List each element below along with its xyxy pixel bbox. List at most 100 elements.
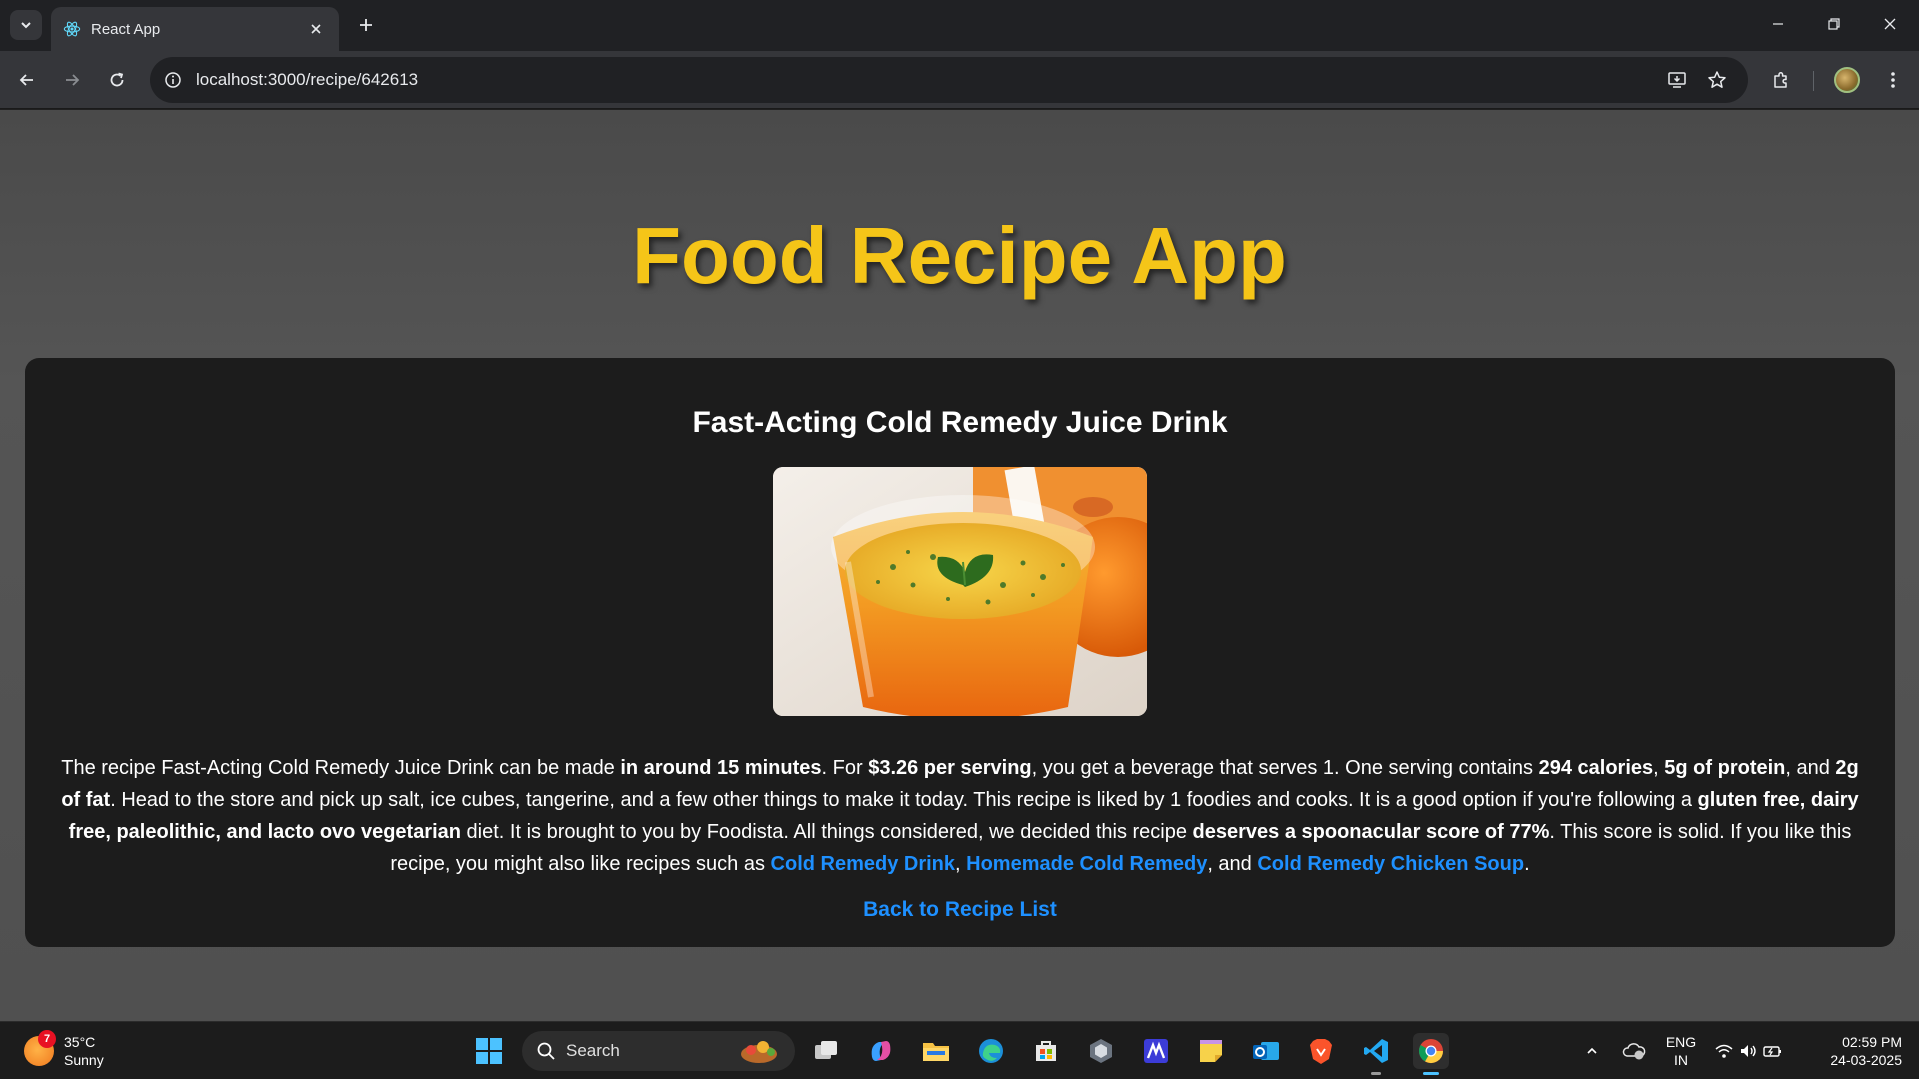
app-m-button[interactable] <box>1138 1033 1174 1069</box>
chevron-down-icon <box>21 22 31 29</box>
bookmark-button[interactable] <box>1700 63 1734 97</box>
summary-bold: 294 calories <box>1538 757 1654 779</box>
wifi-icon <box>1715 1044 1733 1058</box>
edge-icon <box>979 1039 1003 1063</box>
forward-button[interactable] <box>55 63 89 97</box>
tab-search-button[interactable] <box>10 10 42 40</box>
close-icon <box>1884 18 1896 30</box>
browser-tab-react-app[interactable]: React App <box>51 7 339 51</box>
chrome-button[interactable] <box>1413 1033 1449 1075</box>
weather-temp: 35°C <box>64 1034 96 1050</box>
language-code: ENG <box>1665 1034 1697 1050</box>
m-app-icon <box>1144 1039 1168 1063</box>
active-app-indicator <box>1423 1072 1439 1075</box>
arrow-left-icon <box>19 74 33 86</box>
show-hidden-icons-button[interactable] <box>1574 1033 1610 1069</box>
new-tab-button[interactable] <box>352 11 380 39</box>
address-bar[interactable]: localhost:3000/recipe/642613 <box>150 57 1748 103</box>
brave-lion-icon <box>1310 1039 1332 1064</box>
task-view-button[interactable] <box>808 1033 844 1069</box>
vscode-icon <box>1364 1039 1388 1063</box>
summary-text: . Head to the store and pick up salt, ic… <box>110 789 1698 811</box>
more-vertical-icon <box>1891 72 1895 88</box>
store-icon <box>1036 1041 1056 1061</box>
outlook-icon <box>1253 1042 1279 1060</box>
close-window-button[interactable] <box>1868 8 1912 40</box>
minimize-button[interactable] <box>1756 8 1800 40</box>
hexagon-app-icon <box>1090 1039 1112 1063</box>
summary-text: , <box>955 853 967 875</box>
sun-icon: 7 <box>24 1030 56 1066</box>
summary-text: , <box>1653 757 1665 779</box>
recipe-title: Fast-Acting Cold Remedy Juice Drink <box>692 406 1228 439</box>
chrome-icon <box>1418 1039 1443 1064</box>
browser-tab-strip: React App <box>0 0 1919 51</box>
tab-title: React App <box>91 20 161 38</box>
browser-menu-button[interactable] <box>1876 63 1910 97</box>
summary-text: , you get a beverage that serves 1. One … <box>1031 757 1539 779</box>
back-button[interactable] <box>10 63 44 97</box>
quick-settings-button[interactable] <box>1710 1033 1788 1069</box>
vscode-button[interactable] <box>1358 1033 1394 1075</box>
weather-widget[interactable]: 7 35°C Sunny <box>24 1030 104 1072</box>
copilot-button[interactable] <box>863 1033 899 1069</box>
language-indicator[interactable]: ENG IN <box>1660 1033 1702 1069</box>
profile-button[interactable] <box>1830 63 1864 97</box>
brave-browser-button[interactable] <box>1303 1033 1339 1069</box>
app-hexagon-button[interactable] <box>1083 1033 1119 1069</box>
install-app-button[interactable] <box>1660 63 1694 97</box>
summary-bold: 5g of protein <box>1664 757 1786 779</box>
back-to-recipe-list-link[interactable]: Back to Recipe List <box>25 898 1895 922</box>
start-button[interactable] <box>471 1033 507 1069</box>
running-indicator <box>1371 1072 1381 1075</box>
site-info-icon[interactable] <box>164 71 182 89</box>
battery-icon <box>1763 1046 1781 1057</box>
tab-close-icon[interactable] <box>305 18 327 40</box>
summary-bold: in around 15 minutes <box>620 757 822 779</box>
windows-taskbar: 7 35°C Sunny Search ENG IN 02:59 PM 24-0… <box>0 1021 1919 1079</box>
search-highlight-icon <box>741 1041 777 1063</box>
weather-badge: 7 <box>38 1030 56 1048</box>
avatar <box>1834 67 1860 93</box>
related-recipe-link-cold-remedy-chicken-soup[interactable]: Cold Remedy Chicken Soup <box>1257 853 1524 875</box>
url-text[interactable]: localhost:3000/recipe/642613 <box>196 70 418 90</box>
cloud-sync-icon <box>1622 1043 1646 1060</box>
region-code: IN <box>1674 1052 1688 1068</box>
edge-browser-button[interactable] <box>973 1033 1009 1069</box>
restore-button[interactable] <box>1812 8 1856 40</box>
recipe-summary: The recipe Fast-Acting Cold Remedy Juice… <box>59 752 1861 880</box>
summary-bold: $3.26 per serving <box>868 757 1032 779</box>
page-content: Food Recipe App Fast-Acting Cold Remedy … <box>0 110 1919 1021</box>
summary-text: The recipe Fast-Acting Cold Remedy Juice… <box>61 757 621 779</box>
arrow-right-icon <box>66 74 80 86</box>
sticky-notes-button[interactable] <box>1193 1033 1229 1069</box>
clock-time: 02:59 PM <box>1842 1034 1902 1050</box>
plus-icon <box>360 19 372 31</box>
restore-icon <box>1828 18 1840 30</box>
puzzle-icon <box>1774 71 1787 88</box>
summary-bold: deserves a spoonacular score of 77% <box>1192 821 1550 843</box>
browser-toolbar: localhost:3000/recipe/642613 <box>0 51 1919 109</box>
outlook-button[interactable] <box>1248 1033 1284 1069</box>
reload-icon <box>110 72 124 87</box>
related-recipe-link-homemade-cold-remedy[interactable]: Homemade Cold Remedy <box>966 853 1207 875</box>
recipe-image <box>773 467 1147 716</box>
taskbar-search[interactable]: Search <box>522 1031 795 1071</box>
sticky-notes-icon <box>1200 1040 1222 1062</box>
star-icon <box>1708 71 1726 88</box>
extensions-button[interactable] <box>1764 63 1798 97</box>
windows-logo-icon <box>476 1038 502 1064</box>
file-explorer-button[interactable] <box>918 1033 954 1069</box>
ms-store-button[interactable] <box>1028 1033 1064 1069</box>
task-view-icon <box>815 1041 837 1059</box>
onedrive-button[interactable] <box>1616 1033 1652 1069</box>
summary-text: , and <box>1785 757 1836 779</box>
clock-date: 24-03-2025 <box>1830 1052 1902 1068</box>
install-icon <box>1668 72 1686 88</box>
related-recipe-link-cold-remedy-drink[interactable]: Cold Remedy Drink <box>771 853 955 875</box>
reload-button[interactable] <box>100 63 134 97</box>
clock[interactable]: 02:59 PM 24-03-2025 <box>1812 1033 1902 1069</box>
summary-text: , and <box>1207 853 1258 875</box>
app-title: Food Recipe App <box>632 211 1287 300</box>
folder-icon <box>923 1043 949 1061</box>
